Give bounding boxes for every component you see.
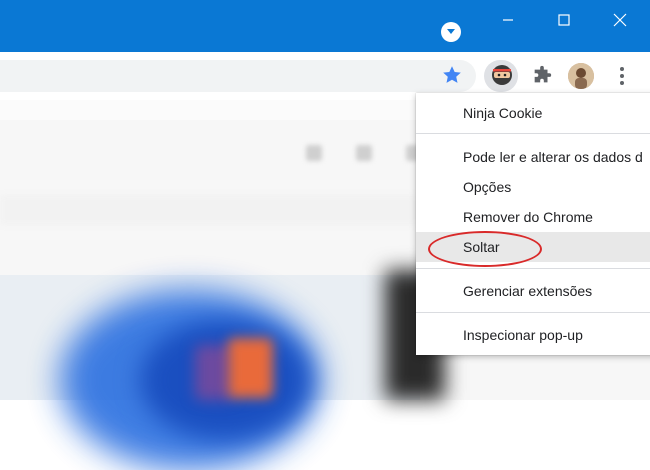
menu-item-label: Gerenciar extensões xyxy=(463,283,593,299)
menu-item-label: Inspecionar pop-up xyxy=(463,327,583,343)
minimize-button[interactable] xyxy=(480,0,536,40)
maximize-icon xyxy=(558,14,570,26)
chevron-down-circle-icon[interactable] xyxy=(441,22,461,42)
twitter-icon xyxy=(356,145,372,161)
menu-item-unpin[interactable]: Soltar xyxy=(416,232,650,262)
menu-item-label: Soltar xyxy=(463,239,500,255)
menu-item-label: Remover do Chrome xyxy=(463,209,593,225)
menu-item-manage-extensions[interactable]: Gerenciar extensões xyxy=(416,276,650,306)
facebook-icon xyxy=(306,145,322,161)
minimize-icon xyxy=(503,19,513,21)
puzzle-icon[interactable] xyxy=(531,65,553,87)
menu-item-label: Opções xyxy=(463,179,512,195)
extension-context-menu: Ninja Cookie Pode ler e alterar os dados… xyxy=(416,93,650,355)
menu-item-extension-name[interactable]: Ninja Cookie xyxy=(416,98,650,128)
menu-divider xyxy=(416,268,650,269)
ninja-cookie-icon xyxy=(490,63,514,87)
menu-divider xyxy=(416,312,650,313)
browser-titlebar xyxy=(0,0,650,52)
menu-item-label: Ninja Cookie xyxy=(463,105,543,121)
address-bar[interactable] xyxy=(0,60,476,92)
star-icon[interactable] xyxy=(441,64,463,86)
close-icon xyxy=(613,13,627,27)
menu-item-site-access[interactable]: Pode ler e alterar os dados d xyxy=(416,142,650,172)
close-button[interactable] xyxy=(592,0,648,40)
menu-item-label: Pode ler e alterar os dados d xyxy=(463,149,643,165)
menu-divider xyxy=(416,133,650,134)
menu-item-options[interactable]: Opções xyxy=(416,172,650,202)
maximize-button[interactable] xyxy=(536,0,592,40)
menu-item-remove[interactable]: Remover do Chrome xyxy=(416,202,650,232)
avatar[interactable] xyxy=(568,63,594,89)
kebab-menu-icon[interactable] xyxy=(612,64,632,88)
menu-item-inspect-popup[interactable]: Inspecionar pop-up xyxy=(416,320,650,350)
